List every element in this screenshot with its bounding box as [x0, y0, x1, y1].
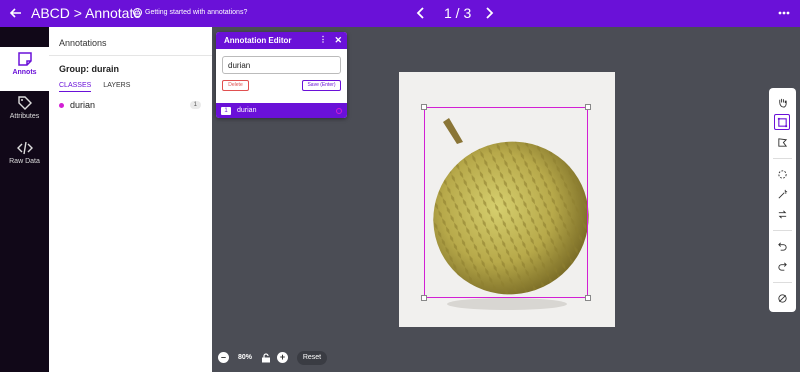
page-title: ABCD > Annotate: [31, 5, 142, 21]
help-icon: ?: [133, 8, 142, 17]
previous-image-icon[interactable]: [414, 6, 428, 20]
class-name-input[interactable]: durian: [222, 56, 341, 74]
image-pager: 1 / 3: [444, 5, 472, 21]
bbox-handle-bottom-left[interactable]: [421, 295, 427, 301]
editor-header: Annotation Editor ⋮ ✕: [216, 32, 347, 49]
rail-item-raw-data[interactable]: Raw Data: [0, 136, 49, 180]
annotation-label: durian: [237, 107, 257, 114]
annotation-index: 1: [221, 106, 231, 115]
save-button[interactable]: Save (Enter): [302, 80, 341, 91]
top-bar: ABCD > Annotate ? Getting started with a…: [0, 0, 800, 27]
polygon-tool[interactable]: [774, 134, 790, 150]
annotation-editor: Annotation Editor ⋮ ✕ durian Delete Save…: [216, 32, 347, 118]
panel-heading: Annotations: [59, 38, 107, 48]
tool-palette: [769, 88, 796, 312]
divider: [49, 55, 212, 56]
swap-tool[interactable]: [774, 206, 790, 222]
group-name: Group: durain: [59, 64, 119, 74]
divider: [773, 230, 792, 231]
side-rail: Annots Attributes Raw Data: [0, 27, 49, 372]
swap-icon: [778, 210, 786, 218]
bbox-handle-top-right[interactable]: [585, 104, 591, 110]
panel-tabs: CLASSES LAYERS: [59, 82, 130, 92]
annotations-panel: Annotations Group: durain CLASSES LAYERS…: [49, 27, 212, 372]
hide-icon: [777, 293, 787, 303]
reset-button[interactable]: Reset: [297, 351, 327, 365]
tag-icon: [17, 96, 32, 110]
rail-item-label: Raw Data: [9, 158, 40, 165]
zoom-in-icon[interactable]: +: [277, 352, 289, 363]
close-icon[interactable]: ✕: [334, 35, 342, 46]
divider: [773, 158, 792, 159]
unlock-icon[interactable]: [261, 352, 271, 363]
magic-select-icon: [777, 169, 787, 179]
redo-icon: [777, 262, 787, 271]
hand-icon: [778, 98, 787, 108]
help-link-label: Getting started with annotations?: [145, 9, 248, 16]
magic-wand-icon: [778, 189, 787, 198]
help-link[interactable]: ? Getting started with annotations?: [133, 8, 247, 17]
tab-classes[interactable]: CLASSES: [59, 82, 92, 92]
tab-layers[interactable]: LAYERS: [103, 82, 130, 92]
delete-button[interactable]: Delete: [222, 80, 249, 91]
note-icon: [17, 52, 32, 66]
rail-item-label: Annots: [12, 69, 37, 76]
bbox-handle-bottom-right[interactable]: [585, 295, 591, 301]
undo-icon: [777, 242, 787, 251]
zoom-out-icon[interactable]: –: [218, 352, 229, 363]
rail-item-label: Attributes: [9, 113, 40, 120]
hand-tool[interactable]: [774, 94, 790, 110]
bounding-box-tool[interactable]: [774, 114, 790, 130]
code-icon: [16, 141, 33, 155]
color-ring-icon: [336, 107, 342, 114]
divider: [773, 282, 792, 283]
bounding-box-durian[interactable]: [424, 107, 588, 298]
more-options-icon[interactable]: [777, 6, 791, 20]
class-count-badge: 1: [189, 101, 201, 109]
bbox-handle-top-left[interactable]: [421, 104, 427, 110]
hide-annotations-button[interactable]: [774, 290, 790, 306]
annotation-row[interactable]: 1 durian: [216, 103, 347, 118]
class-row-durian[interactable]: durian 1: [59, 99, 201, 111]
undo-button[interactable]: [774, 238, 790, 254]
class-name: durian: [70, 100, 96, 110]
back-arrow-icon[interactable]: [8, 5, 24, 21]
bounding-box-icon: [777, 117, 787, 127]
rail-item-attributes[interactable]: Attributes: [0, 91, 49, 135]
editor-title: Annotation Editor: [224, 36, 292, 45]
magic-wand-tool[interactable]: [774, 186, 790, 202]
next-image-icon[interactable]: [482, 6, 496, 20]
magic-select-tool[interactable]: [774, 166, 790, 182]
zoom-level: 80%: [238, 354, 253, 361]
rail-item-annots[interactable]: Annots: [0, 47, 49, 91]
editor-menu-icon[interactable]: ⋮: [319, 35, 327, 44]
zoom-controls: – 80% +: [218, 349, 289, 366]
redo-button[interactable]: [774, 258, 790, 274]
polygon-icon: [777, 137, 787, 147]
class-color-dot: [59, 102, 64, 108]
